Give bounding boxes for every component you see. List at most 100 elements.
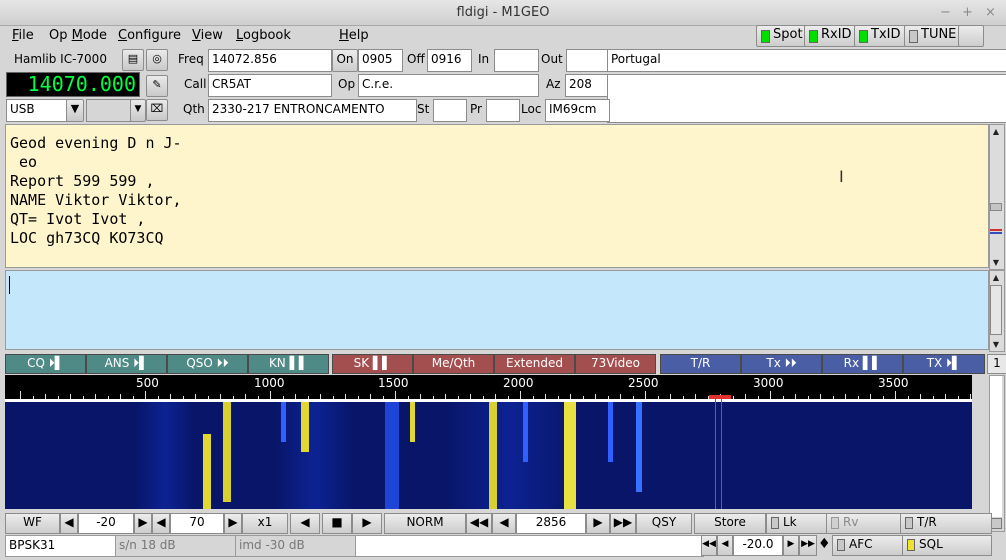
province-field[interactable]: [486, 99, 520, 122]
ref-down-icon[interactable]: ◀: [60, 513, 78, 534]
menu-configure[interactable]: Configure: [118, 28, 181, 43]
mode-dropdown-icon[interactable]: ▼: [66, 99, 84, 122]
menu-op-mode[interactable]: Op Mode: [49, 28, 107, 43]
wf-mode-button[interactable]: WF: [5, 513, 60, 534]
macro-tx-button[interactable]: Tx ⏵⏵: [741, 354, 822, 374]
mode-status[interactable]: BPSK31: [5, 535, 118, 557]
macro-kn-button[interactable]: KN ▌▌: [248, 354, 329, 374]
menu-view[interactable]: View: [192, 28, 223, 43]
reverse-toggle[interactable]: Rv: [826, 513, 902, 534]
tx-cursor: [721, 399, 722, 509]
macro-meqth-button[interactable]: Me/Qth: [413, 354, 494, 374]
call-field[interactable]: CR5AT: [208, 74, 332, 97]
maximize-button[interactable]: +: [962, 5, 973, 20]
range-down-icon[interactable]: ◀: [152, 513, 170, 534]
macro-tr-button[interactable]: T/R: [660, 354, 741, 374]
macro-cq-button[interactable]: CQ ⏵▌: [5, 354, 86, 374]
macro-page-button[interactable]: 1: [987, 354, 1006, 374]
stop-icon[interactable]: ■: [322, 513, 352, 534]
rst-out-field[interactable]: [566, 49, 610, 72]
freq-fast-up-icon[interactable]: ▶▶: [610, 513, 636, 534]
off-time-field[interactable]: 0916: [427, 49, 472, 72]
scale-tick: [395, 391, 396, 399]
text-cursor: [9, 276, 10, 294]
transmit-text-panel[interactable]: [5, 270, 989, 350]
zoom-button[interactable]: x1: [242, 513, 288, 534]
scroll-up-icon[interactable]: ▲: [990, 125, 1002, 138]
scroll-thumb[interactable]: [990, 203, 1002, 211]
on-time-field[interactable]: 0905: [358, 49, 403, 72]
tune-led-icon: [909, 30, 918, 43]
scroll-right-icon[interactable]: ▶: [352, 513, 382, 534]
notes-field[interactable]: [607, 74, 1006, 123]
freq-down-icon[interactable]: ◀: [492, 513, 516, 534]
tx-cursor: [715, 399, 716, 509]
macro-sk-button[interactable]: SK ▌▌: [332, 354, 413, 374]
receive-text-panel[interactable]: Geod evening D n J- eo Report 599 599 , …: [5, 124, 989, 268]
off-label: Off: [407, 52, 425, 66]
brush-icon[interactable]: ✎: [146, 75, 168, 97]
scroll-down-icon[interactable]: ▼: [990, 338, 1002, 351]
frequency-display[interactable]: 14070.000: [6, 72, 140, 97]
range-up-icon[interactable]: ▶: [224, 513, 242, 534]
macro-qso-button[interactable]: QSO ⏵⏵: [167, 354, 248, 374]
menu-file[interactable]: File: [12, 28, 34, 43]
sql-up-icon[interactable]: ▶: [783, 535, 799, 556]
scroll-left-icon[interactable]: ◀: [290, 513, 320, 534]
waterfall-display[interactable]: [5, 399, 972, 509]
qth-label: Qth: [183, 102, 205, 116]
bandwidth-dropdown-icon[interactable]: ▼: [130, 99, 146, 122]
carrier-freq-field[interactable]: 2856: [516, 513, 586, 534]
freq-up-icon[interactable]: ▶: [586, 513, 610, 534]
ref-up-icon[interactable]: ▶: [134, 513, 152, 534]
macro-txplay-button[interactable]: TX ⏵▌: [903, 354, 985, 374]
scroll-up-icon[interactable]: ▲: [990, 271, 1002, 284]
azimuth-field[interactable]: 208: [565, 74, 610, 97]
macro-ans-button[interactable]: ANS ⏵▌: [86, 354, 167, 374]
op-name-field[interactable]: C.r.e.: [358, 74, 539, 97]
scroll-marker: [990, 232, 1002, 234]
store-button[interactable]: Store: [694, 513, 766, 534]
sql-fast-up-icon[interactable]: ▶▶: [799, 535, 817, 556]
on-time-button[interactable]: On: [332, 49, 358, 72]
macro-73video-button[interactable]: 73Video: [575, 354, 656, 374]
clear-log-icon[interactable]: ⌧: [146, 99, 168, 121]
menu-help[interactable]: Help: [339, 28, 369, 43]
close-button[interactable]: ×: [985, 5, 996, 20]
range-field[interactable]: 70: [170, 513, 224, 534]
menu-logbook[interactable]: Logbook: [236, 28, 291, 43]
scroll-thumb[interactable]: [990, 285, 1002, 335]
minimize-button[interactable]: −: [940, 5, 951, 20]
frequency-scale[interactable]: 500 1000 1500 2000 2500 3000 3500: [5, 375, 972, 399]
qth-field[interactable]: 2330-217 ENTRONCAMENTO: [208, 99, 417, 122]
rig-globe-icon[interactable]: ◎: [146, 49, 168, 71]
macro-rx-button[interactable]: Rx ▌▌: [822, 354, 903, 374]
sql-toggle[interactable]: SQL: [902, 535, 992, 556]
sql-fast-down-icon[interactable]: ◀◀: [701, 535, 717, 556]
tr-toggle[interactable]: T/R: [900, 513, 992, 534]
freq-fast-down-icon[interactable]: ◀◀: [466, 513, 492, 534]
scale-label: 3500: [878, 376, 909, 390]
rst-in-field[interactable]: [494, 49, 539, 72]
scale-tick: [20, 391, 21, 399]
spare-toggle[interactable]: [958, 25, 984, 47]
state-field[interactable]: [433, 99, 467, 122]
text-cursor-icon: I: [839, 167, 844, 186]
rx-scrollbar[interactable]: ▲ ▼: [989, 124, 1005, 270]
freq-field[interactable]: 14072.856: [208, 49, 332, 72]
waterfall-scrollbar[interactable]: [989, 375, 1005, 532]
norm-button[interactable]: NORM: [384, 513, 466, 534]
rxid-led-icon: [809, 30, 818, 43]
squelch-level-field[interactable]: -20.0: [733, 535, 783, 556]
macro-extended-button[interactable]: Extended: [494, 354, 575, 374]
locator-field[interactable]: IM69cm: [545, 99, 610, 122]
tx-scrollbar[interactable]: ▲ ▼: [989, 270, 1005, 352]
sql-down-icon[interactable]: ◀: [717, 535, 733, 556]
qsy-button[interactable]: QSY: [636, 513, 692, 534]
rig-config-icon[interactable]: ▤: [122, 49, 144, 71]
ref-level-field[interactable]: -20: [78, 513, 134, 534]
scroll-down-icon[interactable]: ▼: [990, 256, 1002, 269]
country-field[interactable]: Portugal: [607, 49, 1006, 72]
mode-select[interactable]: USB: [6, 99, 71, 122]
in-label: In: [478, 52, 490, 66]
